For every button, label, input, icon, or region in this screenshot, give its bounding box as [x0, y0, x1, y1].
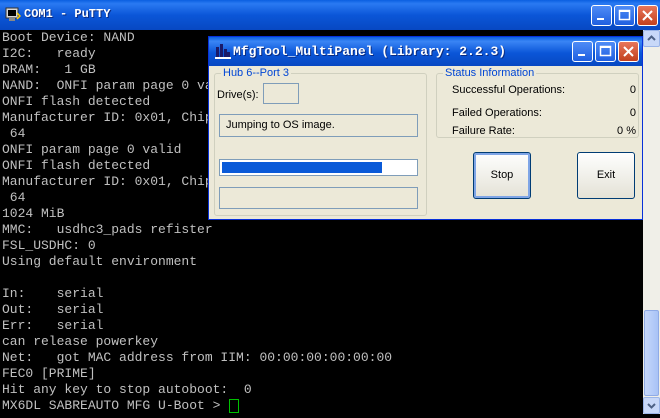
- mfgtool-close-button[interactable]: [618, 41, 639, 62]
- progress-bar-fill: [222, 162, 382, 173]
- drives-label: Drive(s):: [217, 89, 259, 101]
- hub-port-label: Hub 6--Port 3: [221, 67, 292, 79]
- putty-window-title: COM1 - PuTTY: [24, 7, 111, 21]
- terminal-line: MMC: usdhc3_pads refister: [2, 222, 213, 237]
- progress-bar: [219, 159, 418, 176]
- terminal-prompt: MX6DL SABREAUTO MFG U-Boot >: [2, 398, 229, 413]
- putty-maximize-button[interactable]: [614, 5, 635, 26]
- terminal-line: Using default environment: [2, 254, 198, 269]
- successful-operations-label: Successful Operations:: [452, 84, 566, 96]
- mfgtool-app-icon: [215, 43, 231, 59]
- successful-operations-value: 0: [629, 84, 636, 96]
- failed-operations-value: 0: [629, 107, 636, 119]
- drives-field: [263, 83, 299, 104]
- exit-button[interactable]: Exit: [577, 152, 635, 199]
- mfgtool-minimize-button[interactable]: [572, 41, 593, 62]
- secondary-progress-bar: [219, 187, 418, 209]
- putty-close-button[interactable]: [637, 5, 658, 26]
- failure-rate-row: Failure Rate: 0 %: [452, 125, 636, 137]
- terminal-line: FEC0 [PRIME]: [2, 366, 96, 381]
- failed-operations-row: Failed Operations: 0: [452, 107, 636, 119]
- terminal-line: Net: got MAC address from IIM: 00:00:00:…: [2, 350, 393, 365]
- terminal-line: can release powerkey: [2, 334, 159, 349]
- mfgtool-window: MfgTool_MultiPanel (Library: 2.2.3) Hub …: [208, 36, 643, 220]
- terminal-line: FSL_USDHC: 0: [2, 238, 96, 253]
- status-information-title: Status Information: [443, 67, 537, 79]
- operation-status-text: Jumping to OS image.: [219, 114, 418, 137]
- failure-rate-label: Failure Rate:: [452, 125, 515, 137]
- stop-button[interactable]: Stop: [473, 152, 531, 199]
- scroll-down-arrow-icon[interactable]: [643, 397, 660, 414]
- putty-app-icon: [5, 7, 22, 22]
- terminal-line: Err: serial: [2, 318, 104, 333]
- scrollbar-thumb[interactable]: [644, 310, 659, 396]
- mfgtool-titlebar[interactable]: MfgTool_MultiPanel (Library: 2.2.3): [209, 37, 642, 66]
- mfgtool-maximize-button[interactable]: [595, 41, 616, 62]
- putty-minimize-button[interactable]: [591, 5, 612, 26]
- failure-rate-value: 0 %: [617, 125, 636, 137]
- terminal-line: Hit any key to stop autoboot: 0: [2, 382, 252, 397]
- putty-titlebar[interactable]: COM1 - PuTTY: [0, 0, 660, 30]
- terminal-line: In: serial: [2, 286, 104, 301]
- terminal-prompt-line: MX6DL SABREAUTO MFG U-Boot >: [2, 398, 642, 414]
- successful-operations-row: Successful Operations: 0: [452, 84, 636, 96]
- failed-operations-label: Failed Operations:: [452, 107, 542, 119]
- mfgtool-window-title: MfgTool_MultiPanel (Library: 2.2.3): [233, 44, 507, 59]
- terminal-cursor: [229, 398, 240, 413]
- scroll-up-arrow-icon[interactable]: [643, 30, 660, 47]
- terminal-line: Out: serial: [2, 302, 104, 317]
- putty-scrollbar[interactable]: [643, 30, 660, 414]
